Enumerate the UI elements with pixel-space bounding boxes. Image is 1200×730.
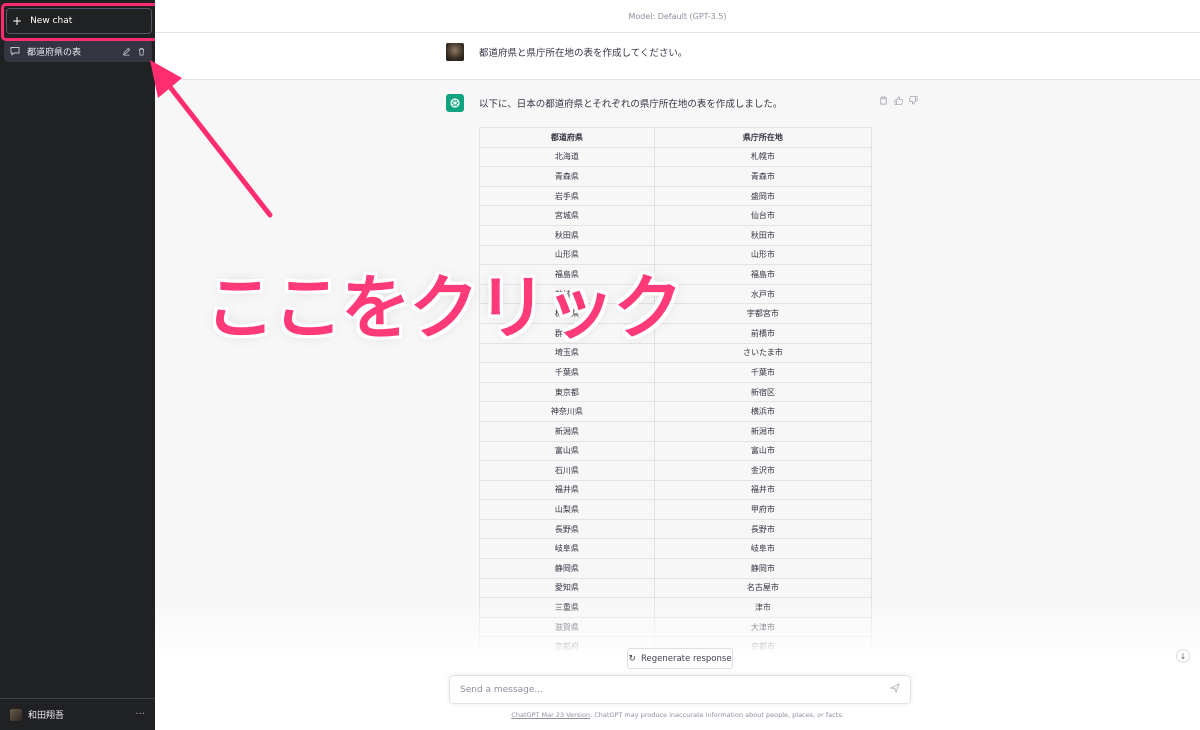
table-row: 静岡県 静岡市 [479, 558, 873, 579]
user-message: 都道府県と県庁所在地の表を作成してください。 [479, 48, 688, 59]
capital-cell: 甲府市 [653, 499, 873, 520]
prefecture-cell: 富山県 [479, 440, 655, 462]
scroll-down-icon[interactable]: ↓ [1176, 649, 1190, 663]
message-actions [879, 96, 918, 108]
table-row: 富山県 富山市 [479, 440, 873, 462]
sidebar: + New chat 都道府県の表 和田翔吾 ··· [0, 0, 155, 730]
footer: ChatGPT Mar 23 Version. ChatGPT may prod… [155, 711, 1200, 719]
prefecture-table: 都道府県 県庁所在地 北海道 札幌市 青森県 青森市 岩手県 盛岡市 宮城県 仙台市 秋田県 秋田… [479, 127, 873, 677]
capital-cell: 富山市 [653, 440, 873, 462]
table-row: 石川県 金沢市 [479, 460, 873, 481]
message-input[interactable]: Send a message... [449, 675, 911, 704]
table-row: 北海道 札幌市 [479, 146, 873, 168]
column-header: 都道府県 [479, 127, 655, 148]
prefecture-cell: 石川県 [479, 460, 655, 481]
prefecture-cell: 千葉県 [479, 362, 655, 383]
table-row: 東京都 新宿区 [479, 381, 873, 403]
user-name: 和田翔吾 [28, 711, 65, 721]
capital-cell: 福井市 [653, 479, 873, 501]
prefecture-cell: 新潟県 [479, 420, 655, 442]
table-header-row: 都道府県 県庁所在地 [479, 127, 873, 148]
table-row: 千葉県 千葉市 [479, 362, 873, 383]
capital-cell: 宇都宮市 [653, 303, 873, 324]
regenerate-button[interactable]: ↻ Regenerate response [627, 648, 733, 669]
send-icon[interactable] [889, 683, 900, 696]
prefecture-cell: 東京都 [479, 381, 655, 403]
table-row: 岐阜県 岐阜市 [479, 538, 873, 560]
capital-cell: 前橋市 [653, 322, 873, 344]
table-row: 山梨県 甲府市 [479, 499, 873, 520]
capital-cell: 金沢市 [653, 460, 873, 481]
capital-cell: 横浜市 [653, 401, 873, 422]
prefecture-cell: 福井県 [479, 479, 655, 501]
capital-cell: 水戸市 [653, 283, 873, 305]
prefecture-cell: 山梨県 [479, 499, 655, 520]
prefecture-cell: 岐阜県 [479, 538, 655, 560]
table-row: 愛知県 名古屋市 [479, 577, 873, 599]
capital-cell: 秋田市 [653, 224, 873, 246]
assistant-message: 以下に、日本の都道府県とそれぞれの県庁所在地の表を作成しました。 [479, 99, 783, 110]
capital-cell: 仙台市 [653, 205, 873, 226]
version-link[interactable]: ChatGPT Mar 23 Version [511, 711, 590, 719]
prefecture-cell: 神奈川県 [479, 401, 655, 422]
disclaimer: . ChatGPT may produce inaccurate informa… [590, 711, 844, 719]
prefecture-cell: 岩手県 [479, 185, 655, 207]
prefecture-cell: 北海道 [479, 146, 655, 168]
column-header: 県庁所在地 [653, 127, 873, 148]
capital-cell: 長野市 [653, 518, 873, 540]
prefecture-cell: 長野県 [479, 518, 655, 540]
openai-logo-icon [446, 94, 464, 112]
new-chat-highlight [1, 3, 161, 41]
more-icon[interactable]: ··· [135, 709, 145, 720]
annotation-text: ここをクリック [205, 267, 683, 349]
table-row: 新潟県 新潟市 [479, 420, 873, 442]
table-row: 宮城県 仙台市 [479, 205, 873, 226]
user-menu[interactable]: 和田翔吾 ··· [0, 698, 155, 730]
prefecture-cell: 青森県 [479, 166, 655, 187]
user-message-row: 都道府県と県庁所在地の表を作成してください。 [155, 33, 1200, 80]
capital-cell: 札幌市 [653, 146, 873, 168]
capital-cell: 名古屋市 [653, 577, 873, 599]
user-avatar [446, 43, 464, 61]
capital-cell: 新宿区 [653, 381, 873, 403]
avatar [10, 708, 22, 721]
table-row: 岩手県 盛岡市 [479, 185, 873, 207]
table-row: 福井県 福井市 [479, 479, 873, 501]
trash-icon[interactable] [136, 46, 146, 56]
message-placeholder: Send a message... [460, 684, 543, 695]
capital-cell: 山形市 [653, 244, 873, 266]
chat-bubble-icon [10, 46, 20, 56]
capital-cell: 岐阜市 [653, 538, 873, 560]
chat-item-label: 都道府県の表 [27, 47, 82, 58]
capital-cell: 福島市 [653, 264, 873, 285]
refresh-icon: ↻ [628, 653, 636, 664]
table-row: 神奈川県 横浜市 [479, 401, 873, 422]
sidebar-item-chat[interactable]: 都道府県の表 [4, 40, 152, 62]
prefecture-cell: 宮城県 [479, 205, 655, 226]
capital-cell: さいたま市 [653, 342, 873, 364]
thumbs-down-icon[interactable] [909, 96, 918, 108]
capital-cell: 千葉市 [653, 362, 873, 383]
capital-cell: 新潟市 [653, 420, 873, 442]
model-header: Model: Default (GPT-3.5) [155, 0, 1200, 33]
prefecture-cell: 秋田県 [479, 224, 655, 246]
capital-cell: 青森市 [653, 166, 873, 187]
thumbs-up-icon[interactable] [894, 96, 903, 108]
capital-cell: 盛岡市 [653, 185, 873, 207]
prefecture-cell: 愛知県 [479, 577, 655, 599]
model-label: Model: Default (GPT-3.5) [628, 11, 727, 21]
capital-cell: 静岡市 [653, 558, 873, 579]
regenerate-label: Regenerate response [640, 653, 732, 664]
edit-icon[interactable] [121, 46, 131, 56]
table-row: 秋田県 秋田市 [479, 224, 873, 246]
table-row: 青森県 青森市 [479, 166, 873, 187]
prefecture-cell: 静岡県 [479, 558, 655, 579]
table-row: 長野県 長野市 [479, 518, 873, 540]
copy-icon[interactable] [879, 96, 888, 108]
